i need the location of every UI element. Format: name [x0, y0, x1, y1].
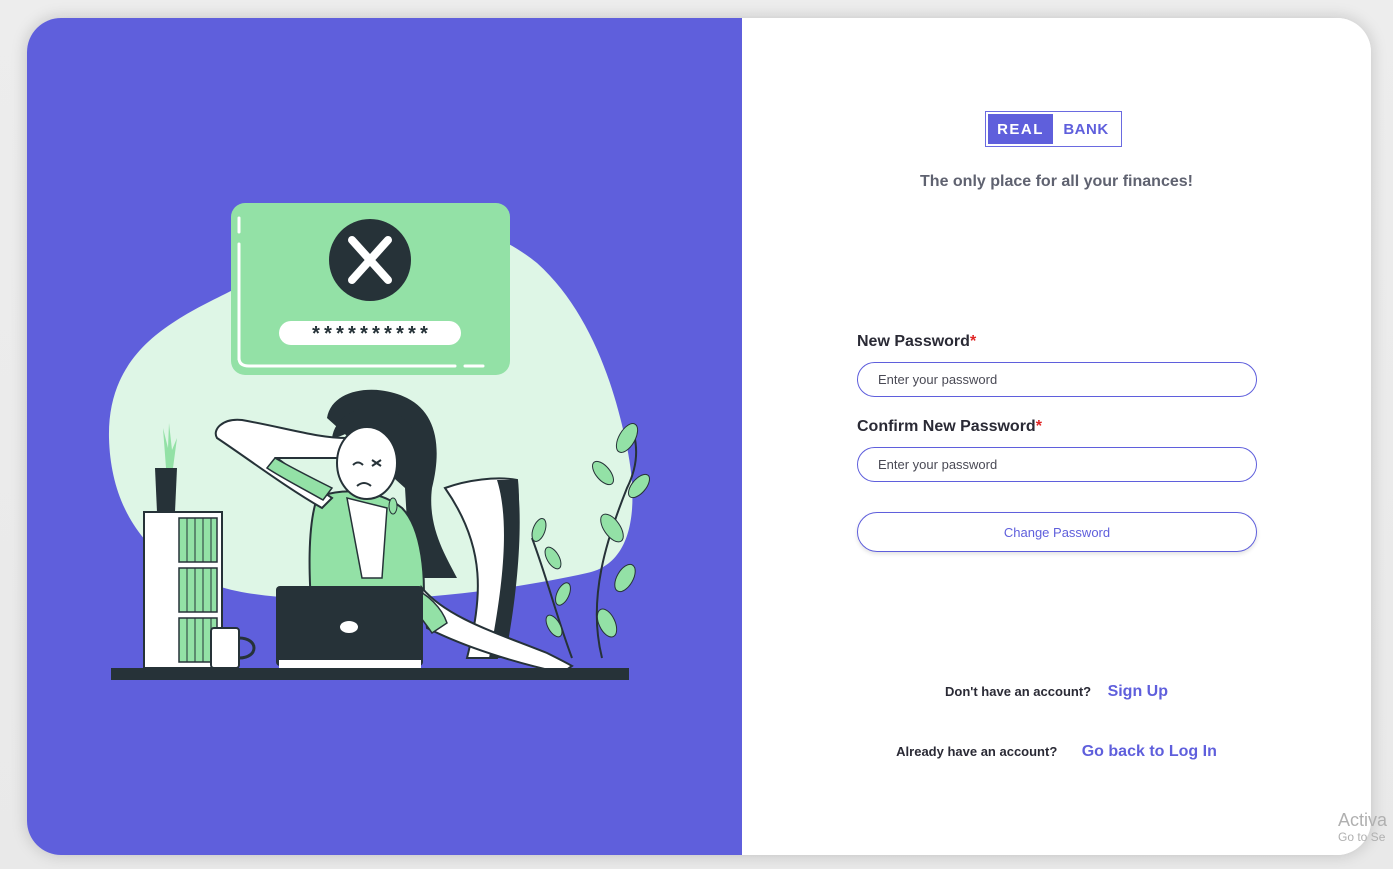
required-mark: * [969, 333, 977, 350]
password-mask: ********** [310, 325, 430, 348]
logo-bank-text: BANK [1063, 120, 1109, 138]
signup-row: Don't have an account? Sign Up [742, 683, 1371, 701]
brand-logo: REAL BANK [985, 111, 1122, 147]
sign-up-link[interactable]: Sign Up [1108, 683, 1168, 700]
desk [111, 668, 629, 680]
potted-plant [155, 468, 177, 512]
watermark-line1: Activa [1338, 810, 1388, 830]
activation-watermark: Activa Go to Se [1338, 810, 1387, 844]
forgot-password-illustration: ********** [108, 203, 650, 680]
confirm-password-input[interactable] [857, 447, 1257, 482]
go-back-to-login-link[interactable]: Go back to Log In [1082, 743, 1217, 760]
new-password-input[interactable] [857, 362, 1257, 397]
auth-card: ********** REAL BANK The only place for … [27, 18, 1371, 855]
required-mark: * [1035, 418, 1042, 435]
page: ********** REAL BANK The only place for … [0, 0, 1393, 869]
new-password-label: New Password* [857, 333, 976, 351]
login-prompt: Already have an account? [896, 744, 1058, 759]
new-password-label-text: New Password [857, 333, 970, 350]
woman-face [336, 426, 398, 500]
login-row: Already have an account? Go back to Log … [742, 743, 1371, 761]
tagline: The only place for all your finances! [920, 173, 1193, 190]
change-password-button[interactable]: Change Password [857, 512, 1257, 552]
watermark-line2: Go to Se [1338, 830, 1386, 844]
form-panel: REAL BANK The only place for all your fi… [742, 18, 1371, 855]
illustration-panel: ********** [27, 18, 742, 855]
confirm-password-label-text: Confirm New Password [857, 418, 1036, 435]
mug [210, 627, 240, 669]
signup-prompt: Don't have an account? [944, 684, 1092, 699]
logo-real-text: REAL [988, 114, 1053, 144]
confirm-password-label: Confirm New Password* [857, 418, 1042, 436]
